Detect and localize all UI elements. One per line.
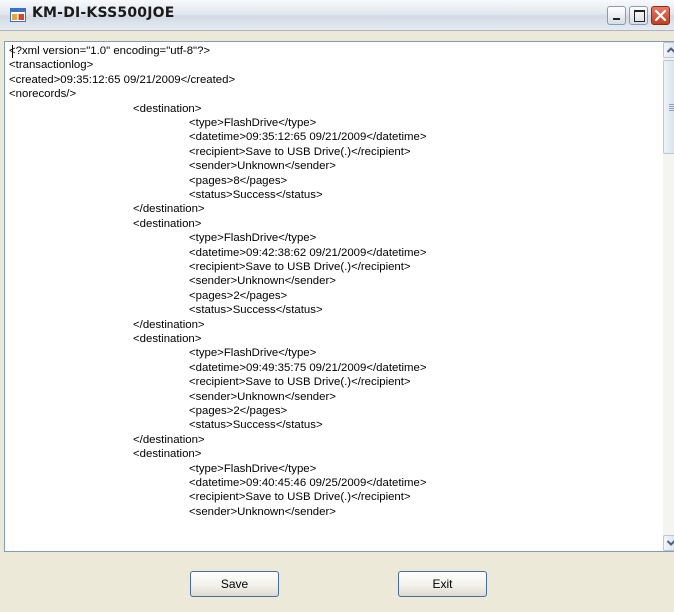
xml-line: <?xml version="1.0" encoding="utf-8"?> xyxy=(9,45,211,57)
xml-line: <type>FlashDrive</type> xyxy=(189,347,317,360)
xml-line: <type>FlashDrive</type> xyxy=(189,462,317,475)
minimize-button[interactable] xyxy=(607,6,626,25)
xml-line: <recipient>Save to USB Drive(.)</recipie… xyxy=(189,261,411,273)
xml-line: <status>Success</status> xyxy=(189,419,323,432)
thumb-grip-line xyxy=(669,108,674,109)
window-title: KM-DI-KSS500JOE xyxy=(32,5,175,21)
xml-line: </destination> xyxy=(133,318,205,331)
xml-line: <destination> xyxy=(133,333,202,345)
save-button[interactable]: Save xyxy=(190,571,279,597)
xml-line: <status>Success</status> xyxy=(189,189,323,201)
title-bar[interactable]: KM-DI-KSS500JOE xyxy=(0,0,674,31)
scroll-up-button[interactable] xyxy=(663,42,674,58)
xml-line: <datetime>09:49:35:75 09/21/2009</dateti… xyxy=(189,361,427,374)
scroll-up-arrow-icon xyxy=(666,47,674,53)
thumb-grip-line xyxy=(669,110,674,111)
xml-line: <destination> xyxy=(133,217,202,230)
xml-text-area[interactable]: <?xml version="1.0" encoding="utf-8"?> <t… xyxy=(5,42,663,551)
maximize-button[interactable] xyxy=(629,6,648,25)
button-panel: Save Exit xyxy=(0,552,674,612)
minimize-icon xyxy=(613,18,620,20)
xml-line: </destination> xyxy=(133,203,205,216)
xml-line: <destination> xyxy=(133,102,202,115)
xml-line: <datetime>09:35:12:65 09/21/2009</dateti… xyxy=(189,131,427,144)
xml-line: <created>09:35:12:65 09/21/2009</created… xyxy=(9,73,236,86)
app-window-icon[interactable] xyxy=(10,8,26,22)
xml-line: <recipient>Save to USB Drive(.)</recipie… xyxy=(189,376,411,389)
xml-line: </destination> xyxy=(133,433,205,446)
xml-line: <sender>Unknown</sender> xyxy=(189,275,336,288)
xml-line: <sender>Unknown</sender> xyxy=(189,505,336,518)
maximize-icon xyxy=(634,10,645,22)
xml-line: <type>FlashDrive</type> xyxy=(189,117,317,129)
xml-line: <type>FlashDrive</type> xyxy=(189,232,317,245)
vertical-scrollbar[interactable] xyxy=(663,42,674,551)
xml-line: <datetime>09:42:38:62 09/21/2009</dateti… xyxy=(189,246,427,259)
xml-line: <recipient>Save to USB Drive(.)</recipie… xyxy=(189,491,411,504)
xml-line: <destination> xyxy=(133,448,202,461)
scrollbar-thumb[interactable] xyxy=(663,60,674,154)
close-icon xyxy=(654,9,667,22)
xml-line: <pages>8</pages> xyxy=(189,174,288,187)
xml-line: <datetime>09:40:45:46 09/25/2009</dateti… xyxy=(189,477,427,489)
thumb-grip-line xyxy=(669,104,674,105)
scroll-down-button[interactable] xyxy=(663,535,674,551)
xml-line: <norecords/> xyxy=(9,88,77,101)
scroll-down-arrow-icon xyxy=(666,540,674,546)
xml-line: <recipient>Save to USB Drive(.)</recipie… xyxy=(189,145,411,158)
close-button[interactable] xyxy=(651,6,670,25)
xml-line: <pages>2</pages> xyxy=(189,289,288,302)
xml-log-editor[interactable]: <?xml version="1.0" encoding="utf-8"?> <t… xyxy=(4,41,674,552)
xml-line: <transactionlog> xyxy=(9,59,94,72)
application-window: KM-DI-KSS500JOE <?xml version="1.0" enco… xyxy=(0,0,674,612)
xml-line: <status>Success</status> xyxy=(189,304,323,317)
exit-button[interactable]: Exit xyxy=(398,571,487,597)
text-caret xyxy=(12,45,13,58)
xml-line: <sender>Unknown</sender> xyxy=(189,390,336,403)
xml-line: <pages>2</pages> xyxy=(189,405,288,417)
thumb-grip-line xyxy=(669,106,674,107)
xml-line: <sender>Unknown</sender> xyxy=(189,160,336,173)
